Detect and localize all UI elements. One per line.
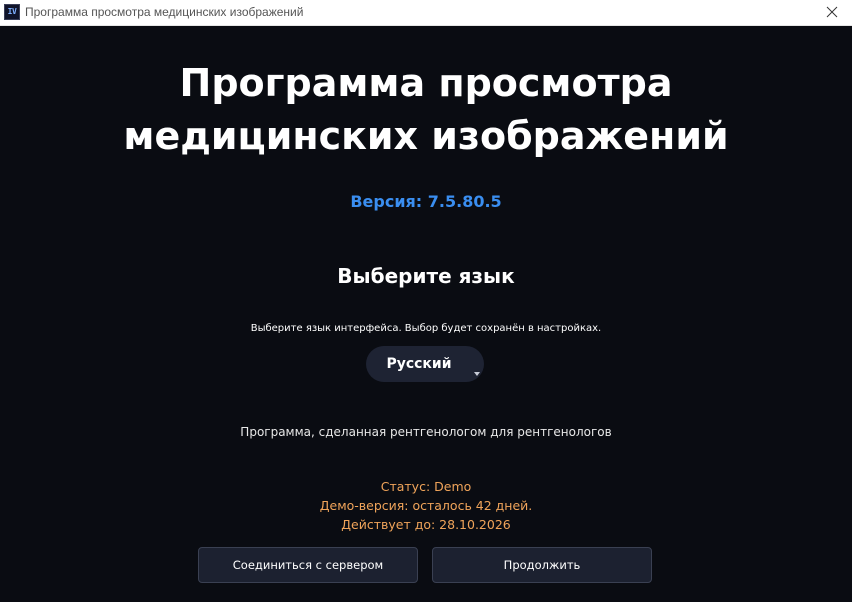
chevron-down-icon xyxy=(474,372,480,376)
version-label: Версия: 7.5.80.5 xyxy=(350,192,502,211)
status-line: Статус: Demo xyxy=(380,479,472,494)
language-select-value: Русский xyxy=(386,356,452,372)
window-title: Программа просмотра медицинских изображе… xyxy=(25,5,304,19)
continue-button[interactable]: Продолжить xyxy=(432,547,652,583)
app-window: IV Программа просмотра медицинских изобр… xyxy=(0,0,852,602)
app-icon: IV xyxy=(4,4,20,20)
connect-server-button[interactable]: Соединиться с сервером xyxy=(198,547,418,583)
page-title: Программа просмотра медицинских изображе… xyxy=(0,57,852,163)
tagline: Программа, сделанная рентгенологом для р… xyxy=(240,425,612,439)
language-heading: Выберите язык xyxy=(337,264,515,288)
language-select[interactable]: Русский xyxy=(366,346,484,382)
title-bar: IV Программа просмотра медицинских изобр… xyxy=(0,0,852,26)
demo-days-line: Демо-версия: осталось 42 дней. xyxy=(319,498,533,513)
valid-until-line: Действует до: 28.10.2026 xyxy=(341,517,511,532)
page-title-line-1: Программа просмотра xyxy=(179,61,673,105)
license-status: Статус: Demo Демо-версия: осталось 42 дн… xyxy=(0,477,852,534)
language-hint: Выберите язык интерфейса. Выбор будет со… xyxy=(250,323,602,334)
close-button[interactable] xyxy=(812,0,852,25)
close-icon xyxy=(826,6,838,18)
page-title-line-2: медицинских изображений xyxy=(123,114,729,158)
